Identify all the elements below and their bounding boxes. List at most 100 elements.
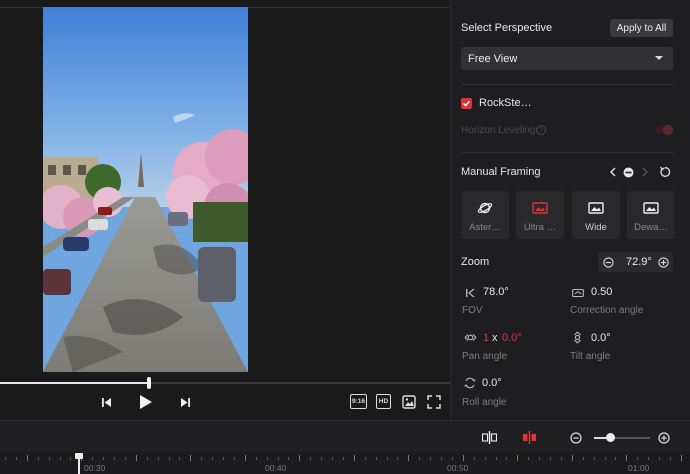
trim-icon[interactable] <box>521 430 537 444</box>
ruler-tick <box>430 457 432 460</box>
video-preview[interactable] <box>43 7 248 372</box>
perspective-select[interactable]: Free View <box>461 47 673 70</box>
pan-multiplier[interactable]: 1 <box>483 332 489 344</box>
ruler-tick <box>593 457 595 460</box>
roll-value[interactable]: 0.0° <box>482 377 502 389</box>
tilt-icon <box>571 331 583 344</box>
play-icon[interactable] <box>137 393 155 411</box>
ruler-tick <box>386 457 388 460</box>
timeline-label: 00:40 <box>265 463 287 473</box>
quality-label: HD <box>378 398 389 405</box>
help-icon[interactable]: ? <box>536 125 546 135</box>
ruler-tick <box>223 457 224 460</box>
ruler-tick <box>473 457 475 460</box>
timeline-playhead[interactable] <box>75 453 83 474</box>
horizon-leveling-label: Horizon Leveling <box>461 125 536 136</box>
perspective-title: Select Perspective <box>461 22 553 34</box>
timeline-label: 00:50 <box>447 463 469 473</box>
horizon-leveling-toggle[interactable] <box>656 125 673 135</box>
playback-progress-fill <box>0 382 149 384</box>
timeline-zoom-handle[interactable] <box>605 433 615 442</box>
ruler-tick <box>15 457 17 460</box>
ruler-tick <box>135 455 137 461</box>
playback-progress-handle[interactable] <box>146 377 151 389</box>
reset-icon[interactable] <box>658 165 672 179</box>
mode-card-wide[interactable]: Wide <box>572 191 620 239</box>
tilt-value[interactable]: 0.0° <box>591 332 611 344</box>
ruler-tick <box>604 457 606 460</box>
tilt-label: Tilt angle <box>570 351 611 362</box>
ruler-tick <box>114 457 115 460</box>
rocksteady-checkbox[interactable] <box>461 98 472 109</box>
mode-card-asteroid[interactable]: Aster… <box>461 191 509 239</box>
zoom-in-icon[interactable] <box>657 256 669 268</box>
mode-card-dewarp[interactable]: Dewa… <box>627 191 675 239</box>
chevron-down-icon <box>655 56 663 60</box>
ruler-tick <box>560 457 562 460</box>
ruler-tick <box>517 455 519 461</box>
chevron-right-icon[interactable] <box>640 166 650 178</box>
correction-value[interactable]: 0.50 <box>591 286 612 298</box>
ruler-tick <box>26 455 28 461</box>
roll-icon <box>464 377 476 389</box>
pan-icon <box>464 332 477 343</box>
ruler-tick <box>419 457 421 460</box>
snapshot-icon[interactable] <box>401 394 416 409</box>
next-icon[interactable] <box>178 395 192 409</box>
apply-to-all-button[interactable]: Apply to All <box>610 19 673 37</box>
video-editor: 9:16 HD Select Perspective Apply to All … <box>0 0 690 474</box>
pan-label: Pan angle <box>462 351 508 362</box>
ruler-tick <box>190 455 192 461</box>
fov-label: FOV <box>462 305 483 316</box>
zoom-value[interactable]: 72.9° <box>626 256 652 268</box>
timeline-label: 01:00 <box>628 463 650 473</box>
zoom-out-icon[interactable] <box>602 256 614 268</box>
ruler-tick <box>168 457 170 460</box>
fov-value[interactable]: 78.0° <box>483 286 509 298</box>
ruler-tick <box>669 457 671 460</box>
zoom-label: Zoom <box>461 256 490 268</box>
ruler-tick <box>288 457 290 460</box>
planet-icon <box>477 202 493 214</box>
mode-name: Ultra … <box>523 222 557 233</box>
timeline-zoom-in-icon[interactable] <box>657 431 670 444</box>
ruler-tick <box>212 457 214 460</box>
mode-name: Aster… <box>469 222 501 233</box>
manual-framing-title: Manual Framing <box>461 166 541 178</box>
ruler-tick <box>92 457 94 460</box>
pan-value[interactable]: 0.0° <box>502 332 522 344</box>
ruler-tick <box>550 457 551 460</box>
split-icon[interactable] <box>481 430 497 444</box>
ruler-tick <box>321 457 323 460</box>
ruler-tick <box>484 457 486 460</box>
timeline-zoom-out-icon[interactable] <box>569 431 582 444</box>
perspective-select-value: Free View <box>468 52 518 65</box>
ruler-tick <box>648 457 650 460</box>
chevron-left-icon[interactable] <box>607 166 617 178</box>
timeline-label: 00:30 <box>84 463 106 473</box>
ruler-tick <box>277 457 279 460</box>
ruler-tick <box>582 457 584 460</box>
quality-button[interactable]: HD <box>376 394 391 409</box>
previous-icon[interactable] <box>99 395 113 409</box>
ruler-tick <box>408 455 410 461</box>
ruler-tick <box>146 457 148 460</box>
mode-name: Wide <box>585 222 607 233</box>
keyframe-icon[interactable] <box>622 166 634 178</box>
ruler-tick <box>103 457 105 460</box>
aspect-ratio-button[interactable]: 9:16 <box>350 394 367 409</box>
ruler-tick <box>626 455 628 461</box>
wide-icon <box>588 202 604 214</box>
ruler-tick <box>397 457 399 460</box>
ruler-tick <box>659 457 660 460</box>
mode-card-ultra-wide[interactable]: Ultra … <box>516 191 564 239</box>
ruler-tick <box>637 457 639 460</box>
ruler-tick <box>48 457 50 460</box>
ruler-tick <box>342 457 344 460</box>
ruler-tick <box>310 457 312 460</box>
ruler-tick <box>680 455 682 461</box>
fullscreen-icon[interactable] <box>426 394 441 409</box>
ruler-tick <box>157 457 159 460</box>
ruler-tick <box>332 457 333 460</box>
ruler-tick <box>299 455 301 461</box>
